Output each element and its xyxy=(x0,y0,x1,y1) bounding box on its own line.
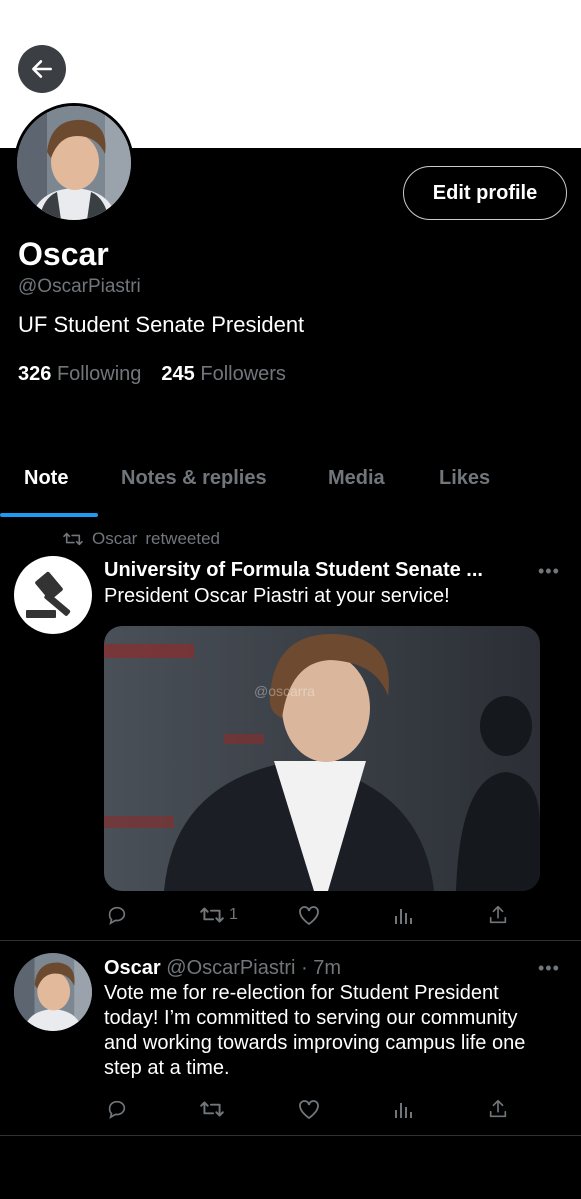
followers-link[interactable]: 245 Followers xyxy=(161,363,286,385)
post-avatar[interactable] xyxy=(14,953,92,1031)
post-author[interactable]: Oscar xyxy=(104,957,161,979)
tab-media[interactable]: Media xyxy=(328,467,385,490)
edit-profile-button[interactable]: Edit profile xyxy=(403,166,567,220)
retweet-count: 1 xyxy=(229,906,238,923)
retweeted-by[interactable]: Oscar xyxy=(92,529,137,549)
reply-icon xyxy=(108,1100,126,1119)
views-button[interactable] xyxy=(392,1098,414,1120)
like-icon xyxy=(299,1100,319,1120)
more-icon[interactable]: ••• xyxy=(538,958,560,979)
profile-name: Oscar xyxy=(18,236,109,272)
following-link[interactable]: 326 Following xyxy=(18,363,141,385)
post-media[interactable]: @oscarra xyxy=(104,626,540,891)
post-text: President Oscar Piastri at your service! xyxy=(104,585,450,607)
post-divider xyxy=(0,1135,581,1136)
profile-avatar[interactable] xyxy=(14,103,134,223)
like-button[interactable] xyxy=(297,1098,321,1120)
post-time: · 7m xyxy=(301,957,342,979)
profile-stats: 326 Following 245 Followers xyxy=(18,363,286,386)
like-button[interactable] xyxy=(297,904,321,926)
share-icon xyxy=(489,905,507,924)
post-text: Vote me for re-election for Student Pres… xyxy=(104,982,526,1079)
post-handle[interactable]: @OscarPiastri xyxy=(166,957,295,979)
reply-button[interactable] xyxy=(106,1098,128,1120)
retweet-button[interactable] xyxy=(199,1098,225,1120)
more-icon[interactable]: ••• xyxy=(538,561,560,582)
post-header: Oscar @OscarPiastri · 7m xyxy=(104,957,341,980)
views-icon xyxy=(395,909,412,924)
retweeted-label: retweeted xyxy=(145,529,221,548)
back-button[interactable] xyxy=(18,45,66,93)
retweet-icon xyxy=(63,532,83,546)
like-icon xyxy=(299,906,319,926)
tab-notes-replies[interactable]: Notes & replies xyxy=(121,467,267,490)
post-header: University of Formula Student Senate ... xyxy=(104,559,483,582)
post-avatar[interactable] xyxy=(14,556,92,634)
post-actions xyxy=(0,1098,581,1128)
media-watermark: @oscarra xyxy=(254,683,315,699)
share-icon xyxy=(489,1099,507,1118)
tab-likes[interactable]: Likes xyxy=(439,467,490,490)
following-count: 326 xyxy=(18,363,52,385)
reply-icon xyxy=(108,906,126,925)
retweet-icon xyxy=(200,1101,224,1117)
gavel-icon xyxy=(26,571,71,618)
profile-bio: UF Student Senate President xyxy=(18,312,305,337)
share-button[interactable] xyxy=(487,904,509,926)
retweet-button[interactable]: 1 xyxy=(199,904,238,926)
following-label: Following xyxy=(56,363,142,385)
followers-label: Followers xyxy=(200,363,286,385)
arrow-left-icon xyxy=(32,60,52,78)
share-button[interactable] xyxy=(487,1098,509,1120)
retweet-icon xyxy=(200,907,224,923)
reply-button[interactable] xyxy=(106,904,128,926)
post-author[interactable]: University of Formula Student Senate ... xyxy=(104,559,483,581)
views-icon xyxy=(395,1103,412,1118)
post-divider xyxy=(0,940,581,941)
active-tab-indicator xyxy=(0,513,98,517)
post-actions: 1 xyxy=(0,904,581,934)
retweet-context: Oscar retweeted xyxy=(62,529,220,549)
profile-tabs: Note Notes & replies Media Likes xyxy=(0,455,581,517)
followers-count: 245 xyxy=(161,363,195,385)
profile-handle: @OscarPiastri xyxy=(18,276,141,297)
tab-note[interactable]: Note xyxy=(24,467,68,490)
views-button[interactable] xyxy=(392,904,414,926)
